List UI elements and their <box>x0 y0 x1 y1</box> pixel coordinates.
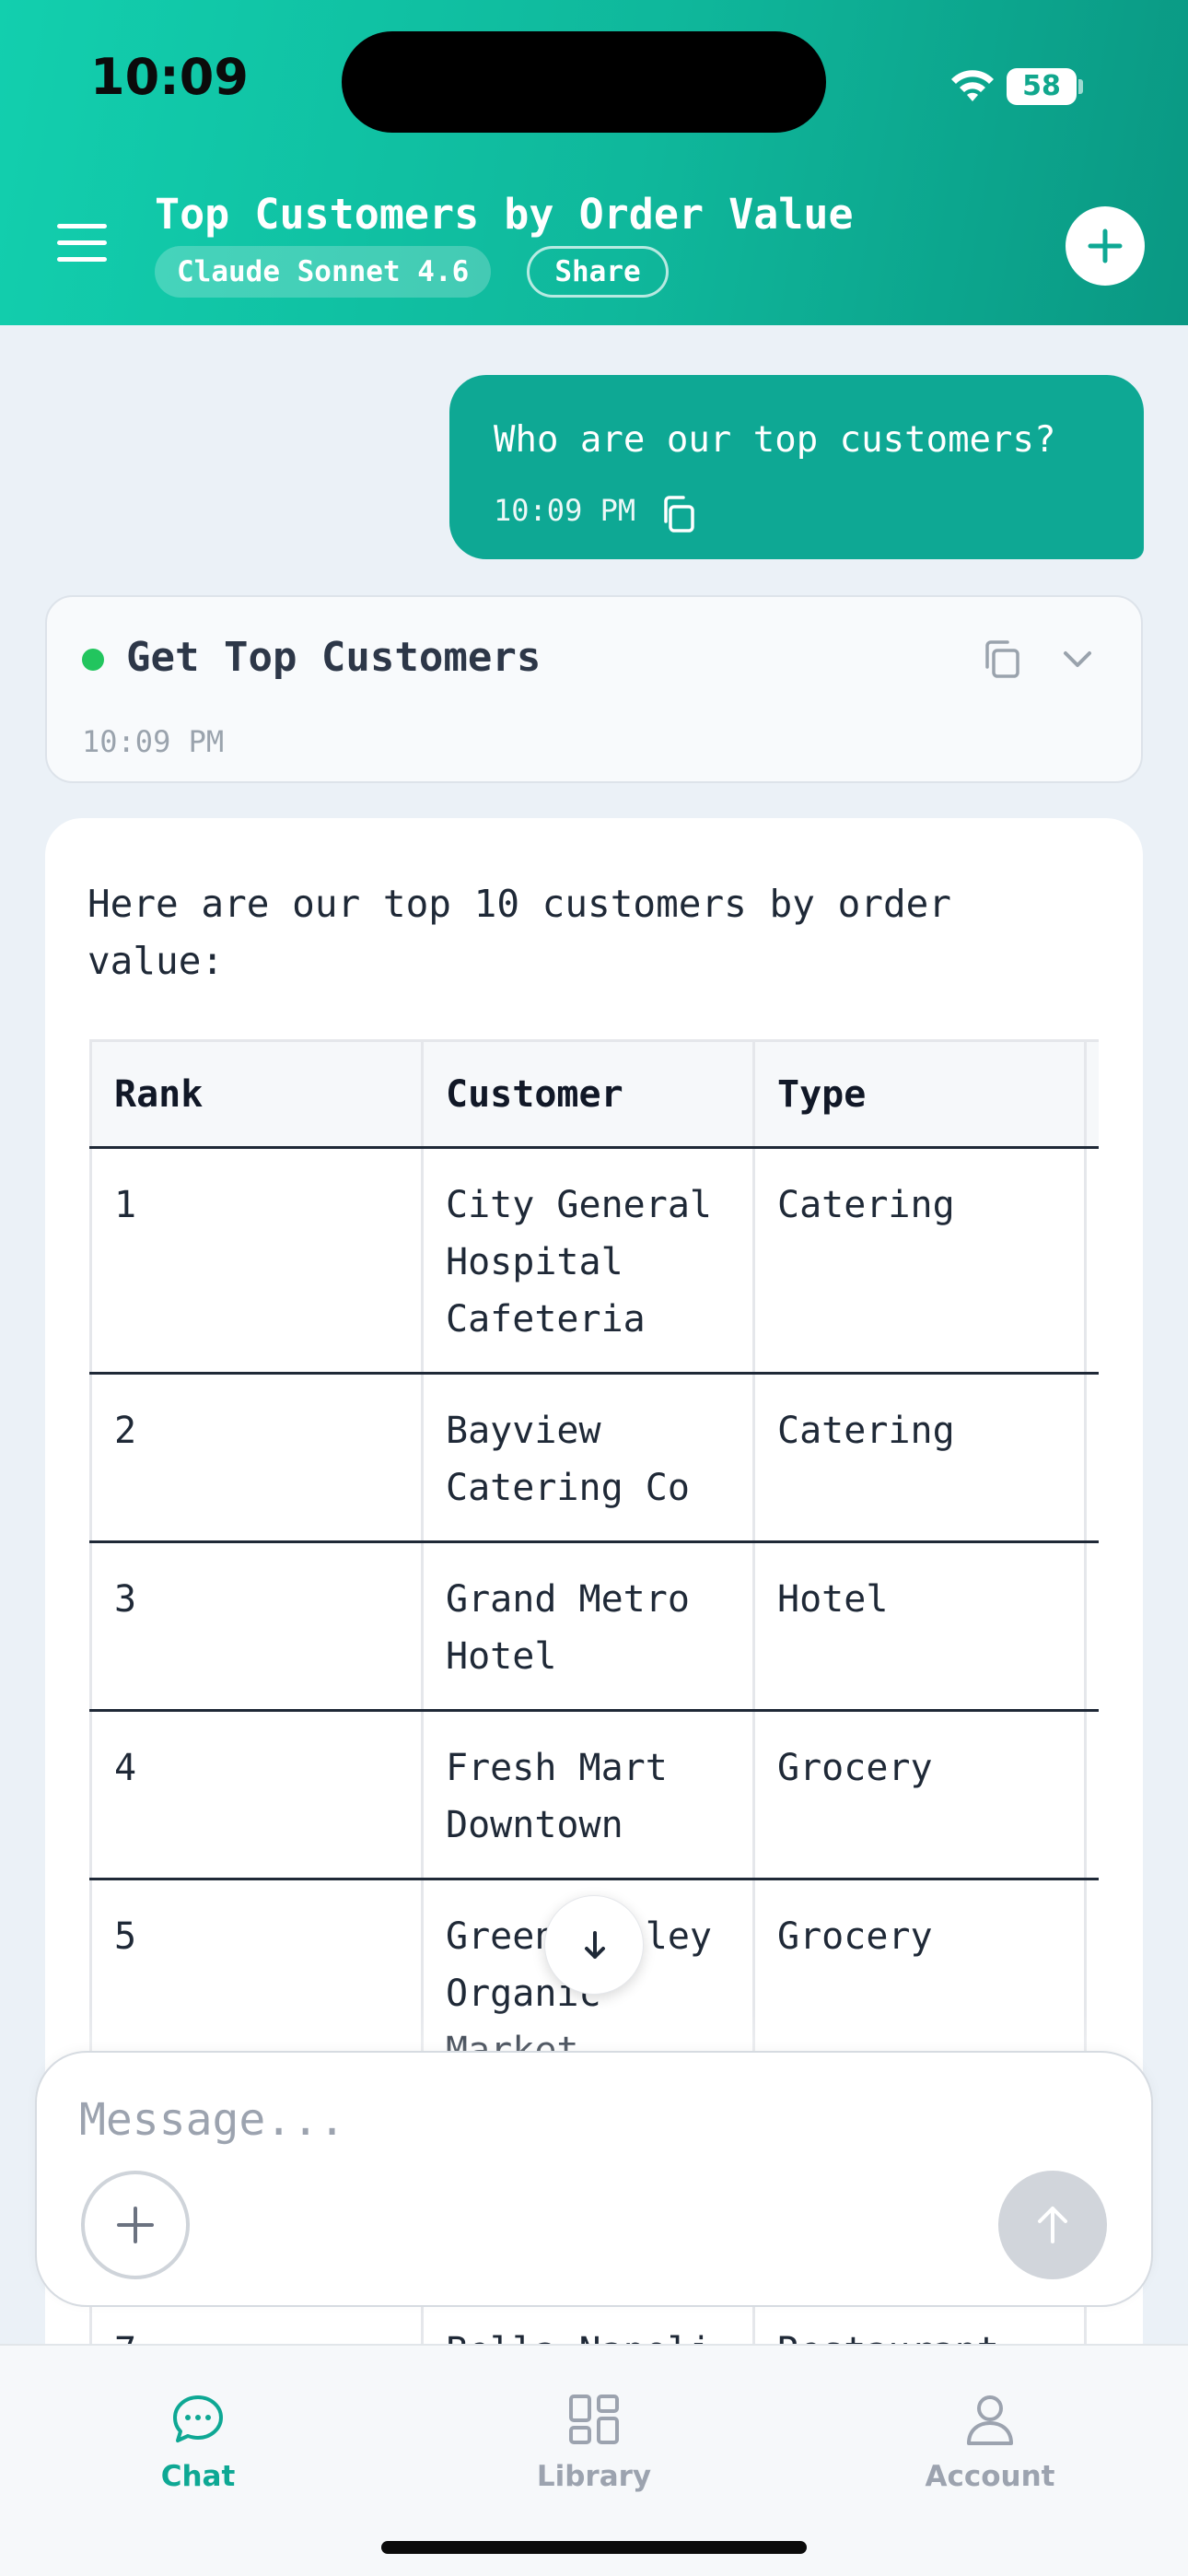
dynamic-island <box>342 31 826 133</box>
cell-customer: Bayview Catering Co <box>421 1373 755 1543</box>
tool-call-time: 10:09 PM <box>82 724 225 759</box>
nav-label-chat: Chat <box>160 2460 236 2493</box>
app-header: 10:09 58 Top Customers by Order Value Cl… <box>0 0 1188 325</box>
message-composer <box>35 2051 1153 2307</box>
header-rank: Rank <box>89 1039 424 1149</box>
arrow-down-icon <box>585 1931 605 1959</box>
header-overflow <box>1084 1039 1099 1149</box>
cell-customer: City General Hospital Cafeteria <box>421 1147 755 1375</box>
chevron-down-icon[interactable] <box>1054 636 1101 682</box>
battery-icon: 58 <box>1007 68 1077 105</box>
nav-label-library: Library <box>536 2460 652 2493</box>
arrow-up-icon <box>1038 2207 1067 2243</box>
cell-rank: 1 <box>89 1147 424 1375</box>
scroll-to-bottom-button[interactable] <box>544 1895 644 1995</box>
cell-rank: 2 <box>89 1373 424 1543</box>
share-button[interactable]: Share <box>527 246 669 298</box>
copy-icon[interactable] <box>658 494 698 534</box>
person-icon <box>967 2395 1013 2445</box>
nav-item-chat[interactable]: Chat <box>0 2346 396 2512</box>
plus-icon <box>1088 228 1123 263</box>
chat-bubble-icon <box>173 2395 223 2442</box>
cell-type: Grocery <box>752 1710 1087 1880</box>
cell-rank: 3 <box>89 1541 424 1712</box>
nav-item-account[interactable]: Account <box>792 2346 1188 2512</box>
header-type: Type <box>752 1039 1087 1149</box>
tool-call-card[interactable]: Get Top Customers 10:09 PM <box>45 595 1143 783</box>
cell-overflow <box>1084 1710 1099 1880</box>
table-row: 1 City General Hospital Cafeteria Cateri… <box>89 1147 1099 1375</box>
tool-call-title: Get Top Customers <box>126 634 542 681</box>
plus-icon <box>117 2207 154 2243</box>
battery-cap <box>1078 79 1083 94</box>
attach-button[interactable] <box>81 2171 190 2279</box>
table-row: 3 Grand Metro Hotel Hotel <box>89 1541 1099 1712</box>
cell-overflow <box>1084 1373 1099 1543</box>
status-time: 10:09 <box>90 48 249 106</box>
model-selector[interactable]: Claude Sonnet 4.6 <box>155 246 492 298</box>
cell-type: Catering <box>752 1373 1087 1543</box>
new-chat-button[interactable] <box>1066 206 1145 286</box>
user-message-bubble: Who are our top customers? 10:09 PM <box>449 375 1144 559</box>
cell-customer: Grand Metro Hotel <box>421 1541 755 1712</box>
table-row: 4 Fresh Mart Downtown Grocery <box>89 1710 1099 1880</box>
cell-overflow <box>1084 1147 1099 1375</box>
message-input[interactable] <box>79 2088 1092 2152</box>
header-customer: Customer <box>421 1039 755 1149</box>
nav-label-account: Account <box>925 2460 1055 2493</box>
assistant-intro-text: Here are our top 10 customers by order v… <box>87 882 951 983</box>
cell-overflow <box>1084 1541 1099 1712</box>
nav-item-library[interactable]: Library <box>396 2346 792 2512</box>
menu-icon[interactable] <box>55 219 111 267</box>
copy-icon[interactable] <box>977 634 1027 684</box>
status-dot <box>82 649 104 671</box>
cell-type: Hotel <box>752 1541 1087 1712</box>
user-message-time: 10:09 PM <box>494 493 636 528</box>
conversation-title[interactable]: Top Customers by Order Value <box>155 190 854 239</box>
cell-rank: 4 <box>89 1710 424 1880</box>
wifi-icon <box>951 70 994 101</box>
table-header-row: Rank Customer Type <box>89 1039 1099 1149</box>
cell-type: Catering <box>752 1147 1087 1375</box>
send-button[interactable] <box>998 2171 1107 2279</box>
grid-icon <box>569 2395 619 2444</box>
user-message-text: Who are our top customers? <box>494 419 1056 461</box>
table-row: 2 Bayview Catering Co Catering <box>89 1373 1099 1543</box>
cell-customer: Fresh Mart Downtown <box>421 1710 755 1880</box>
home-indicator <box>381 2541 807 2554</box>
